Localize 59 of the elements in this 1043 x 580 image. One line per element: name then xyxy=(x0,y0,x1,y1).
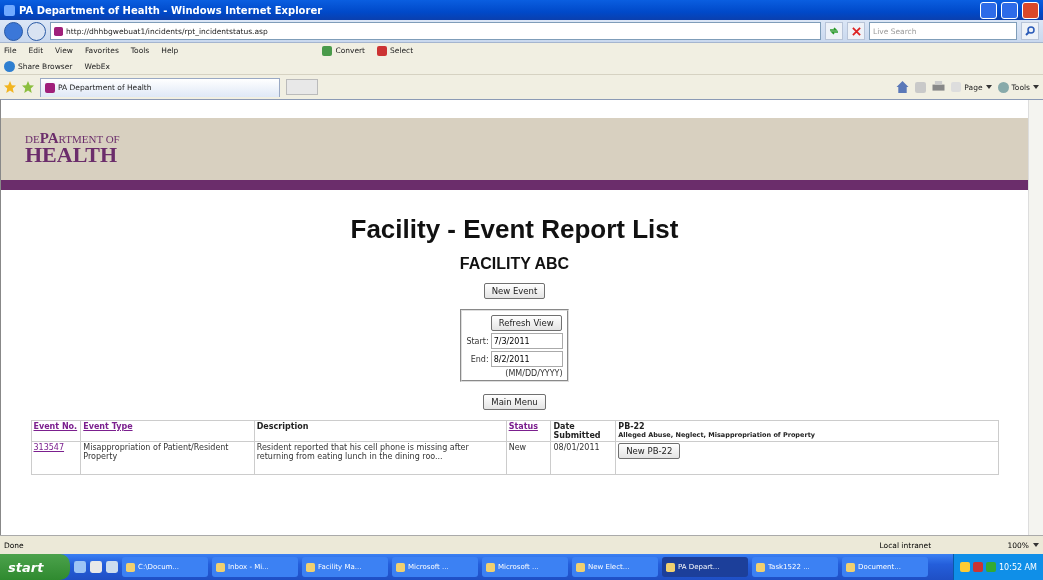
facility-name: FACILITY ABC xyxy=(459,255,570,273)
forward-button[interactable] xyxy=(27,21,46,41)
printer-icon[interactable] xyxy=(932,81,946,93)
column-header-link[interactable]: Status xyxy=(508,422,538,431)
select-icon xyxy=(377,45,388,56)
search-button[interactable] xyxy=(1021,22,1039,40)
site-icon xyxy=(54,26,63,36)
refresh-button[interactable] xyxy=(825,22,843,40)
logo-text: HEALTH xyxy=(25,145,118,165)
app-icon xyxy=(396,562,405,572)
table-cell: New xyxy=(506,441,551,475)
stop-button[interactable] xyxy=(847,22,865,40)
new-pb22-button[interactable]: New PB-22 xyxy=(618,443,681,459)
site-icon xyxy=(45,82,55,93)
header-text: Description xyxy=(256,422,309,431)
search-icon xyxy=(1025,26,1035,36)
start-date-field[interactable]: 7/3/2011 xyxy=(490,333,563,349)
header-text: PB-22 xyxy=(618,422,645,431)
end-date-field[interactable]: 8/2/2011 xyxy=(490,351,563,367)
app-icon xyxy=(576,562,585,572)
refresh-icon xyxy=(829,26,839,36)
main-menu-button[interactable]: Main Menu xyxy=(483,394,546,410)
star-icon xyxy=(4,81,16,93)
app-icon xyxy=(666,562,675,572)
column-header-link[interactable]: Event No. xyxy=(33,422,78,431)
scrollbar[interactable] xyxy=(1028,100,1043,535)
back-button[interactable] xyxy=(4,21,23,41)
app-icon xyxy=(486,562,495,572)
table-cell: Resident reported that his cell phone is missing after returning from eating lunch in the dining roo... xyxy=(254,441,507,475)
event-number-link[interactable]: 313547 xyxy=(33,443,65,452)
start-button[interactable]: start xyxy=(0,554,70,580)
header-text: Date Submitted xyxy=(553,422,601,440)
app-icon xyxy=(846,562,855,572)
close-icon xyxy=(851,26,861,36)
maximize-button[interactable] xyxy=(1001,1,1018,19)
date-format-hint: (MM/DD/YYYY) xyxy=(504,369,563,378)
logo-text: DEPARTMENT OF xyxy=(25,133,121,145)
table-cell: 08/01/2011 xyxy=(550,441,616,475)
app-icon xyxy=(126,562,135,572)
clock: 10:52 AM xyxy=(999,562,1037,572)
app-icon xyxy=(216,562,225,572)
globe-icon xyxy=(4,60,15,72)
close-button[interactable] xyxy=(1022,1,1039,19)
caret-icon xyxy=(985,85,992,89)
field-label: Start: xyxy=(466,336,489,346)
page-title: Facility - Event Report List xyxy=(350,214,679,245)
caret-icon xyxy=(1033,85,1039,89)
column-header-link[interactable]: Event Type xyxy=(83,422,133,431)
window-title: PA Department of Health - Windows Internet Explorer xyxy=(19,4,324,16)
field-label: End: xyxy=(469,354,489,364)
convert-icon xyxy=(322,45,333,56)
app-icon xyxy=(306,562,315,572)
table-cell: Misappropriation of Patient/Resident Property xyxy=(80,441,255,475)
caret-icon xyxy=(1033,543,1039,547)
new-event-button[interactable]: New Event xyxy=(483,283,546,299)
minimize-button[interactable] xyxy=(980,1,997,19)
home-icon[interactable] xyxy=(896,81,910,93)
refresh-view-button[interactable]: Refresh View xyxy=(490,315,562,331)
app-icon xyxy=(756,562,765,572)
